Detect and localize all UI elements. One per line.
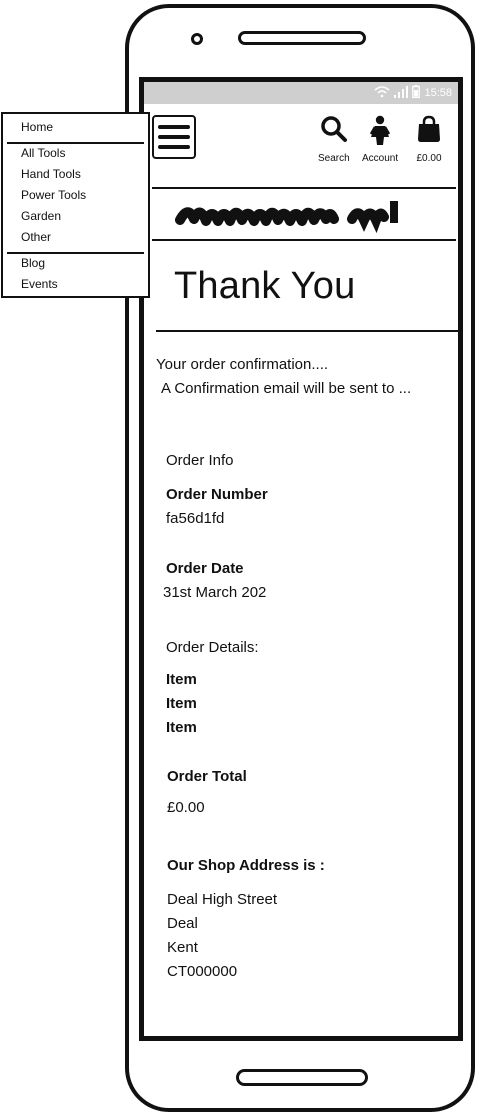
shopping-bag-icon [418,115,440,142]
logo-divider [152,239,456,241]
menu-item-events[interactable]: Events [21,277,58,291]
order-date-label: Order Date [166,560,244,577]
menu-item-home[interactable]: Home [21,120,53,134]
menu-item-hand-tools[interactable]: Hand Tools [21,167,81,181]
order-number-value: fa56d1fd [166,510,225,527]
page-title: Thank You [174,265,356,307]
menu-item-blog[interactable]: Blog [21,256,45,270]
status-time: 15:58 [424,87,452,99]
address-line: Deal High Street [167,891,278,908]
screen: 15:58 Search Account £0.00 Thank You You… [139,77,463,1041]
search-icon [321,116,347,142]
order-item: Item [166,695,197,712]
address-line: Kent [167,939,198,956]
order-number-label: Order Number [166,486,268,503]
order-total-label: Order Total [167,768,247,785]
menu-divider [7,252,144,254]
cart-button[interactable]: £0.00 [416,115,442,164]
menu-item-garden[interactable]: Garden [21,209,61,223]
menu-item-all-tools[interactable]: All Tools [21,146,65,160]
order-item: Item [166,719,197,736]
person-icon [369,115,391,145]
order-total-value: £0.00 [167,799,205,816]
account-label: Account [362,153,399,164]
menu-divider [7,142,144,144]
address-line: CT000000 [167,963,238,980]
address-line: Deal [167,915,198,932]
camera-icon [191,33,203,45]
search-label: Search [318,153,350,164]
menu-item-other[interactable]: Other [21,230,51,244]
order-info-heading: Order Info [166,452,234,469]
order-date-value: 31st March 202 [163,584,267,601]
shop-address-label: Our Shop Address is : [167,857,325,874]
menu-item-power-tools[interactable]: Power Tools [21,188,86,202]
order-details-heading: Order Details: [166,639,259,656]
wifi-icon [374,85,390,101]
title-divider [156,330,458,332]
cart-total-label: £0.00 [416,153,442,164]
nav-dropdown-menu: Home All Tools Hand Tools Power Tools Ga… [1,112,150,298]
logo-scribble-icon[interactable] [172,195,402,233]
status-bar: 15:58 [144,82,458,104]
signal-icon [394,85,409,101]
confirmation-text: Your order confirmation.... [156,356,329,373]
speaker-grille [238,31,366,45]
account-button[interactable]: Account [362,115,398,164]
email-notice-text: A Confirmation email will be sent to ... [161,380,412,397]
search-button[interactable]: Search [318,115,350,164]
battery-icon [412,85,421,101]
hamburger-menu-button[interactable] [152,115,196,159]
header-divider [152,187,456,189]
order-item: Item [166,671,197,688]
home-button[interactable] [236,1069,368,1086]
